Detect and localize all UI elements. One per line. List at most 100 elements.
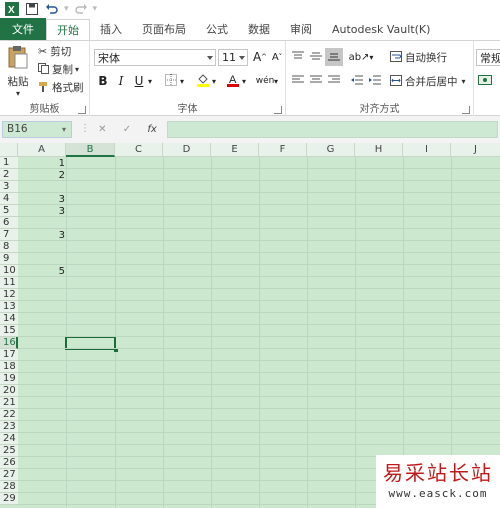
column-header-f[interactable]: F	[259, 143, 307, 157]
align-top-button[interactable]	[289, 48, 307, 66]
row-header-26[interactable]: 26	[0, 457, 18, 469]
font-color-button[interactable]: A	[224, 72, 242, 90]
wrap-text-button[interactable]: 自动换行	[390, 50, 447, 65]
row-header-15[interactable]: 15	[0, 325, 18, 337]
row-header-16[interactable]: 16	[0, 337, 18, 349]
merge-center-button[interactable]: 合并后居中 ▾	[390, 74, 466, 89]
paste-dropdown-icon[interactable]: ▾	[16, 89, 20, 98]
align-middle-button[interactable]	[307, 48, 325, 66]
decrease-indent-button[interactable]	[348, 72, 366, 90]
excel-logo-icon: X	[4, 1, 20, 17]
row-header-1[interactable]: 1	[0, 157, 18, 169]
row-header-22[interactable]: 22	[0, 409, 18, 421]
row-header-19[interactable]: 19	[0, 373, 18, 385]
column-header-g[interactable]: G	[307, 143, 355, 157]
row-header-5[interactable]: 5	[0, 205, 18, 217]
increase-indent-button[interactable]	[366, 72, 384, 90]
row-header-12[interactable]: 12	[0, 289, 18, 301]
borders-dropdown-icon[interactable]: ▾	[180, 77, 184, 86]
row-header-18[interactable]: 18	[0, 361, 18, 373]
name-box-dropdown-icon[interactable]: ▾	[62, 125, 66, 134]
row-header-20[interactable]: 20	[0, 385, 18, 397]
tab-insert[interactable]: 插入	[90, 18, 132, 40]
accounting-format-button[interactable]	[476, 72, 494, 90]
fill-color-dropdown-icon[interactable]: ▾	[212, 77, 216, 86]
select-all-corner[interactable]	[0, 143, 18, 157]
row-header-17[interactable]: 17	[0, 349, 18, 361]
row-header-29[interactable]: 29	[0, 493, 18, 505]
row-header-28[interactable]: 28	[0, 481, 18, 493]
customize-qat-icon[interactable]: ▾	[93, 4, 98, 14]
row-header-2[interactable]: 2	[0, 169, 18, 181]
row-header-24[interactable]: 24	[0, 433, 18, 445]
tab-home[interactable]: 开始	[46, 19, 90, 41]
row-header-21[interactable]: 21	[0, 397, 18, 409]
fill-color-button[interactable]	[194, 72, 212, 90]
number-format-select[interactable]: 常规	[476, 49, 500, 66]
confirm-entry-icon[interactable]: ✓	[123, 124, 131, 135]
column-header-i[interactable]: I	[403, 143, 451, 157]
undo-icon[interactable]	[44, 1, 60, 17]
font-size-select[interactable]: 11	[218, 49, 248, 66]
align-left-button[interactable]	[289, 72, 307, 90]
save-icon[interactable]	[24, 1, 40, 17]
align-right-button[interactable]	[325, 72, 343, 90]
insert-function-icon[interactable]: fx	[147, 124, 156, 135]
align-center-button[interactable]	[307, 72, 325, 90]
bold-button[interactable]: B	[94, 72, 112, 90]
column-header-a[interactable]: A	[18, 143, 66, 157]
copy-dropdown-icon[interactable]: ▾	[75, 65, 79, 74]
tab-formulas[interactable]: 公式	[196, 18, 238, 40]
formula-input[interactable]	[167, 121, 498, 138]
copy-button[interactable]: 复制 ▾	[38, 62, 79, 77]
underline-dropdown-icon[interactable]: ▾	[148, 77, 152, 86]
row-header-4[interactable]: 4	[0, 193, 18, 205]
alignment-launcher-icon[interactable]	[462, 106, 470, 114]
grow-font-button[interactable]: A ^	[251, 48, 269, 66]
tab-data[interactable]: 数据	[238, 18, 280, 40]
tab-review[interactable]: 审阅	[280, 18, 322, 40]
row-header-9[interactable]: 9	[0, 253, 18, 265]
align-bottom-button[interactable]	[325, 48, 343, 66]
row-header-8[interactable]: 8	[0, 241, 18, 253]
italic-button[interactable]: I	[112, 72, 130, 90]
tab-autodesk-vault[interactable]: Autodesk Vault(K)	[322, 18, 440, 40]
clipboard-launcher-icon[interactable]	[78, 106, 86, 114]
orientation-button[interactable]: ab↗ ▾	[348, 48, 374, 66]
cut-button[interactable]: ✂ 剪切	[38, 44, 71, 59]
column-header-b[interactable]: B	[66, 143, 115, 157]
column-header-c[interactable]: C	[115, 143, 163, 157]
row-header-6[interactable]: 6	[0, 217, 18, 229]
font-color-dropdown-icon[interactable]: ▾	[242, 77, 246, 86]
paste-button[interactable]: 粘贴 ▾	[4, 45, 32, 98]
row-header-11[interactable]: 11	[0, 277, 18, 289]
phonetic-button[interactable]: wén	[256, 72, 275, 90]
phonetic-dropdown-icon[interactable]: ▾	[274, 77, 278, 86]
shrink-font-button[interactable]: A ˅	[268, 48, 286, 66]
column-header-h[interactable]: H	[355, 143, 403, 157]
undo-dropdown-icon[interactable]: ▾	[64, 4, 69, 14]
redo-icon[interactable]	[73, 1, 89, 17]
wrap-text-icon	[390, 50, 402, 65]
worksheet-grid[interactable]: A B C D E F G H I J 1 2 3 3 3 5 12345678…	[0, 143, 500, 508]
row-header-3[interactable]: 3	[0, 181, 18, 193]
row-header-10[interactable]: 10	[0, 265, 18, 277]
underline-button[interactable]: U	[130, 72, 148, 90]
row-header-13[interactable]: 13	[0, 301, 18, 313]
row-header-27[interactable]: 27	[0, 469, 18, 481]
tab-file[interactable]: 文件	[0, 18, 46, 40]
column-header-j[interactable]: J	[451, 143, 500, 157]
column-header-e[interactable]: E	[211, 143, 259, 157]
row-header-14[interactable]: 14	[0, 313, 18, 325]
font-name-select[interactable]: 宋体	[94, 49, 216, 66]
borders-button[interactable]	[162, 72, 180, 90]
row-header-23[interactable]: 23	[0, 421, 18, 433]
tab-page-layout[interactable]: 页面布局	[132, 18, 196, 40]
font-launcher-icon[interactable]	[274, 106, 282, 114]
format-painter-button[interactable]: 格式刷	[38, 80, 84, 95]
row-header-25[interactable]: 25	[0, 445, 18, 457]
column-header-d[interactable]: D	[163, 143, 211, 157]
cancel-entry-icon[interactable]: ✕	[98, 124, 106, 135]
gridline	[18, 372, 500, 373]
row-header-7[interactable]: 7	[0, 229, 18, 241]
